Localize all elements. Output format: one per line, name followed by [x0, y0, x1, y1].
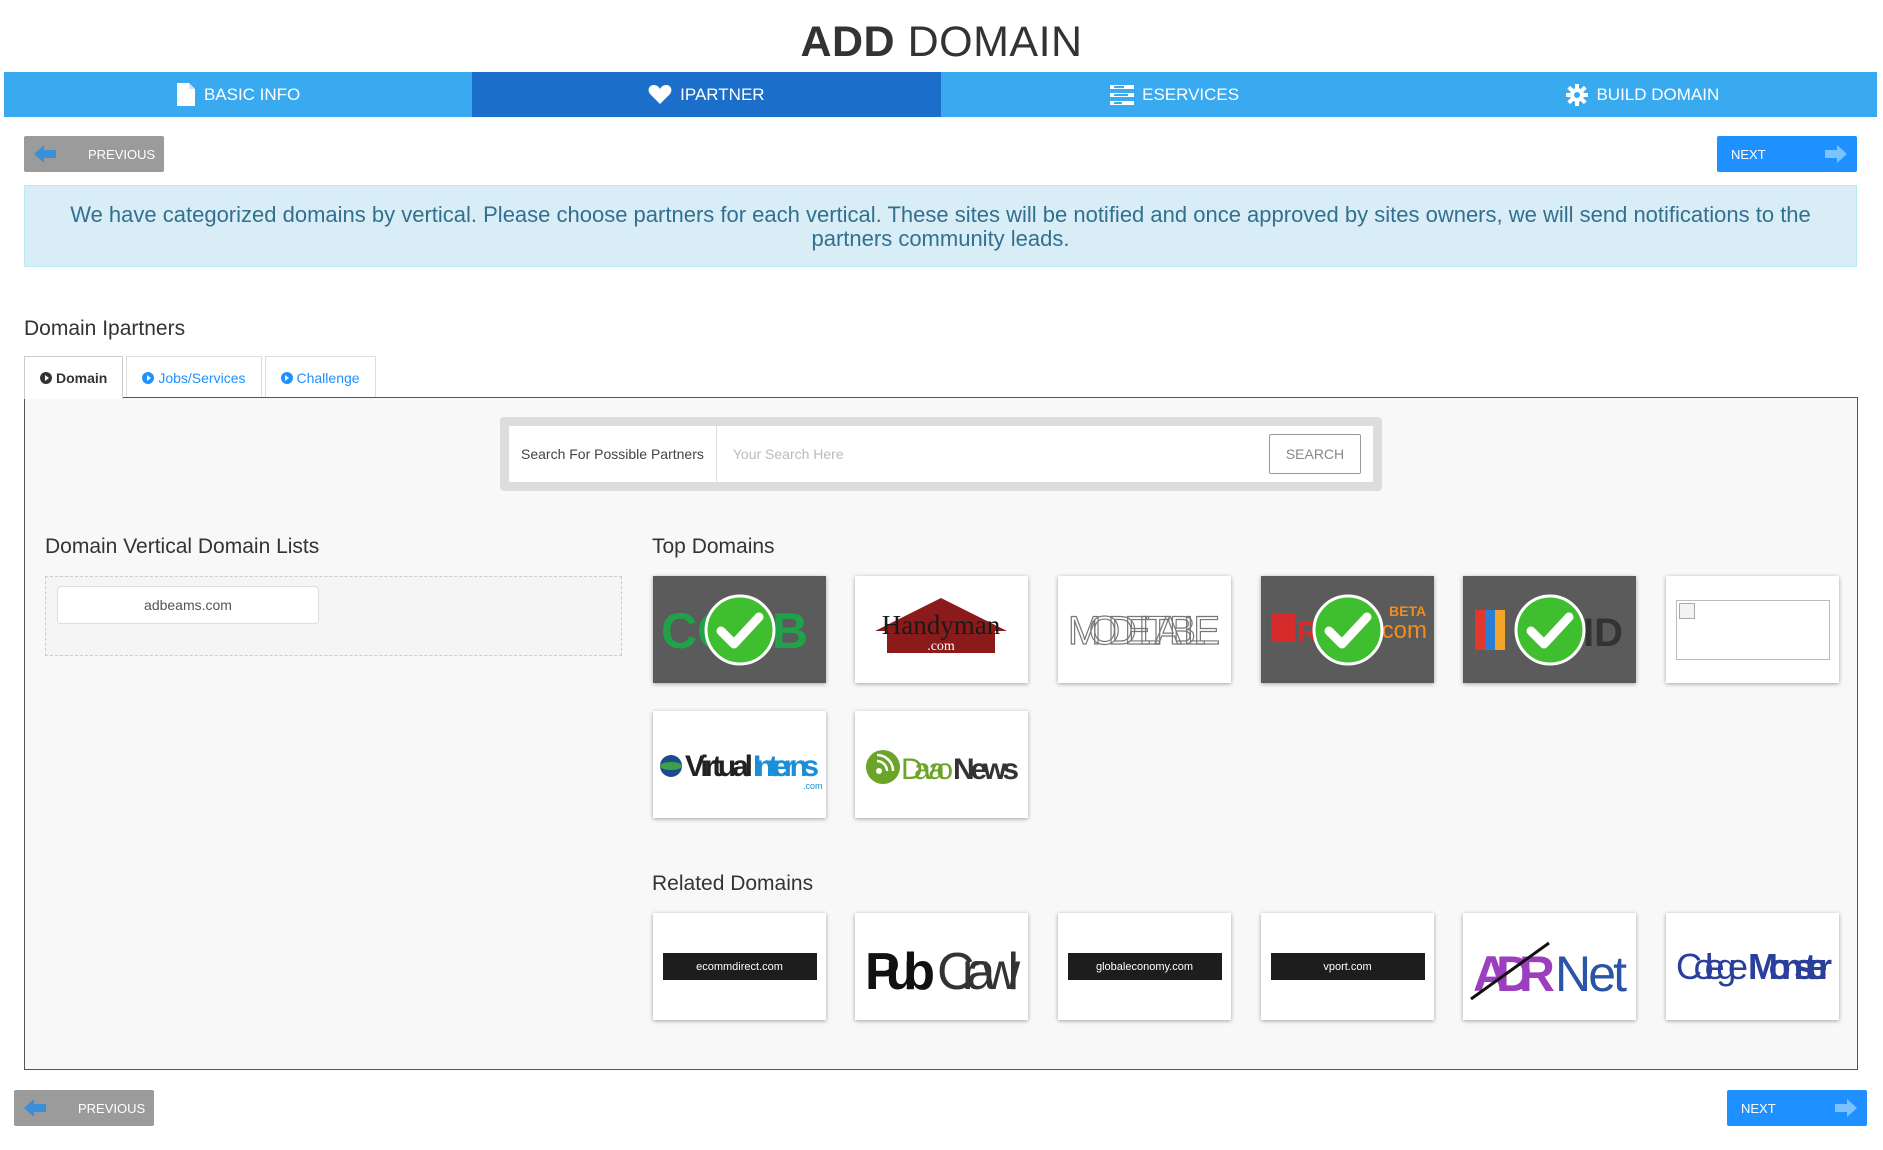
- step-build-domain[interactable]: BUILD DOMAIN: [1408, 72, 1877, 117]
- svg-text:Pub: Pub: [865, 943, 935, 1001]
- next-button-bottom[interactable]: NEXT: [1727, 1090, 1867, 1126]
- arrow-left-icon: [24, 144, 66, 164]
- circle-arrow-icon: [280, 371, 293, 384]
- top-domain-tile[interactable]: Handyman .com: [855, 576, 1028, 683]
- related-domain-tile[interactable]: ADR Net: [1463, 913, 1636, 1020]
- vertical-domain-list: adbeams.com: [45, 576, 622, 656]
- previous-button-top[interactable]: PREVIOUS: [24, 136, 164, 172]
- domain-logo: ADR Net: [1470, 941, 1627, 1002]
- domain-label: globaleconomy.com: [1067, 953, 1222, 980]
- step-ipartner[interactable]: IPARTNER: [472, 72, 941, 117]
- next-label: NEXT: [1731, 146, 1766, 162]
- related-domain-tile[interactable]: Pub Crawl: [855, 913, 1028, 1020]
- next-button-top[interactable]: NEXT: [1717, 136, 1857, 172]
- search-input[interactable]: [716, 426, 1257, 482]
- tab-label: Jobs/Services: [158, 369, 246, 386]
- svg-text:Net: Net: [1555, 946, 1627, 1002]
- svg-text:College: College: [1676, 946, 1748, 987]
- arrow-right-icon: [1825, 1098, 1867, 1118]
- related-domain-tile[interactable]: ecommdirect.com: [653, 913, 826, 1020]
- document-icon: [176, 83, 195, 106]
- next-label: NEXT: [1741, 1100, 1776, 1116]
- top-domain-tile[interactable]: [1666, 576, 1839, 683]
- vertical-list-title: Domain Vertical Domain Lists: [45, 535, 320, 558]
- domain-logo: Davao News: [866, 750, 1019, 786]
- svg-text:.com: .com: [927, 639, 955, 654]
- related-domain-tile[interactable]: vport.com: [1261, 913, 1434, 1020]
- step-label: BASIC INFO: [203, 84, 301, 104]
- related-domain-tile[interactable]: globaleconomy.com: [1058, 913, 1231, 1020]
- tab-challenge[interactable]: Challenge: [264, 356, 376, 398]
- svg-text:ADR: ADR: [1473, 946, 1555, 1002]
- top-domain-tile[interactable]: CO IB: [653, 576, 826, 683]
- previous-label: PREVIOUS: [78, 1100, 146, 1116]
- search-button[interactable]: SEARCH: [1269, 434, 1361, 474]
- svg-text:ID: ID: [1583, 611, 1623, 655]
- step-eservices[interactable]: ESERVICES: [940, 72, 1409, 117]
- svg-text:Crawl: Crawl: [937, 943, 1021, 1001]
- domain-logo: Handyman.com: [875, 598, 1007, 654]
- page-title-bold: ADD: [800, 18, 896, 66]
- page-title-rest: DOMAIN: [907, 18, 1083, 66]
- page-title: ADD DOMAIN: [0, 18, 1883, 67]
- domain-logo: College Monster: [1676, 946, 1832, 987]
- top-domain-tile[interactable]: R BETA .com: [1261, 576, 1434, 683]
- section-title: Domain Ipartners: [24, 317, 186, 340]
- svg-text:MODELTABLE: MODELTABLE: [1068, 609, 1220, 653]
- search-addon-label: Search For Possible Partners: [509, 426, 717, 482]
- previous-button-bottom[interactable]: PREVIOUS: [14, 1090, 154, 1126]
- step-label: IPARTNER: [680, 84, 765, 104]
- domain-label: vport.com: [1270, 953, 1425, 980]
- step-label: ESERVICES: [1142, 84, 1240, 104]
- vertical-domain-item[interactable]: adbeams.com: [57, 586, 319, 624]
- circle-arrow-icon: [40, 372, 52, 384]
- related-domains-title: Related Domains: [652, 872, 814, 895]
- checkmark-icon: [1514, 594, 1585, 665]
- top-domain-tile[interactable]: Davao News: [855, 711, 1028, 818]
- svg-text:Handyman: Handyman: [882, 610, 1001, 640]
- tab-bar: Domain Jobs/Services Challenge: [24, 356, 379, 399]
- domain-logo: Pub Crawl: [865, 943, 1021, 1001]
- top-domain-tile[interactable]: ID: [1463, 576, 1636, 683]
- related-domain-tile[interactable]: College Monster: [1666, 913, 1839, 1020]
- broken-image-icon: [1675, 599, 1830, 660]
- top-domains-title: Top Domains: [652, 535, 775, 558]
- step-basic-info[interactable]: BASIC INFO: [4, 72, 473, 117]
- wizard-steps: BASIC INFO IPARTNER ESERVICES BUILD DOMA…: [4, 72, 1877, 117]
- domain-label: ecommdirect.com: [662, 953, 817, 980]
- tab-label: Challenge: [296, 369, 360, 386]
- svg-text:.com: .com: [803, 781, 823, 791]
- svg-text:Davao: Davao: [901, 753, 953, 786]
- arrow-right-icon: [1815, 144, 1857, 164]
- info-alert: We have categorized domains by vertical.…: [24, 185, 1857, 267]
- svg-text:Virtual: Virtual: [685, 750, 753, 783]
- tab-jobs-services[interactable]: Jobs/Services: [126, 356, 262, 398]
- svg-text:Interns: Interns: [753, 750, 819, 783]
- tab-domain[interactable]: Domain: [24, 356, 124, 399]
- step-label: BUILD DOMAIN: [1596, 84, 1720, 104]
- svg-text:News: News: [953, 753, 1019, 786]
- arrow-left-icon: [14, 1098, 56, 1118]
- checkmark-icon: [1312, 594, 1383, 665]
- top-domain-tile[interactable]: MODELTABLE: [1058, 576, 1231, 683]
- checkmark-icon: [704, 594, 775, 665]
- circle-arrow-icon: [142, 371, 155, 384]
- top-domain-tile[interactable]: Virtual Interns .com: [653, 711, 826, 818]
- gear-icon: [1566, 83, 1589, 106]
- domain-logo: MODELTABLE: [1067, 608, 1220, 653]
- previous-label: PREVIOUS: [88, 146, 156, 162]
- tab-label: Domain: [56, 370, 108, 386]
- tab-panel-domain: Search For Possible Partners SEARCH Doma…: [24, 397, 1858, 1070]
- partner-search: Search For Possible Partners SEARCH: [500, 417, 1382, 491]
- svg-text:Monster: Monster: [1748, 946, 1832, 987]
- heart-icon: [648, 85, 672, 104]
- domain-logo: Virtual Interns.com: [660, 750, 823, 791]
- list-icon: [1110, 84, 1135, 105]
